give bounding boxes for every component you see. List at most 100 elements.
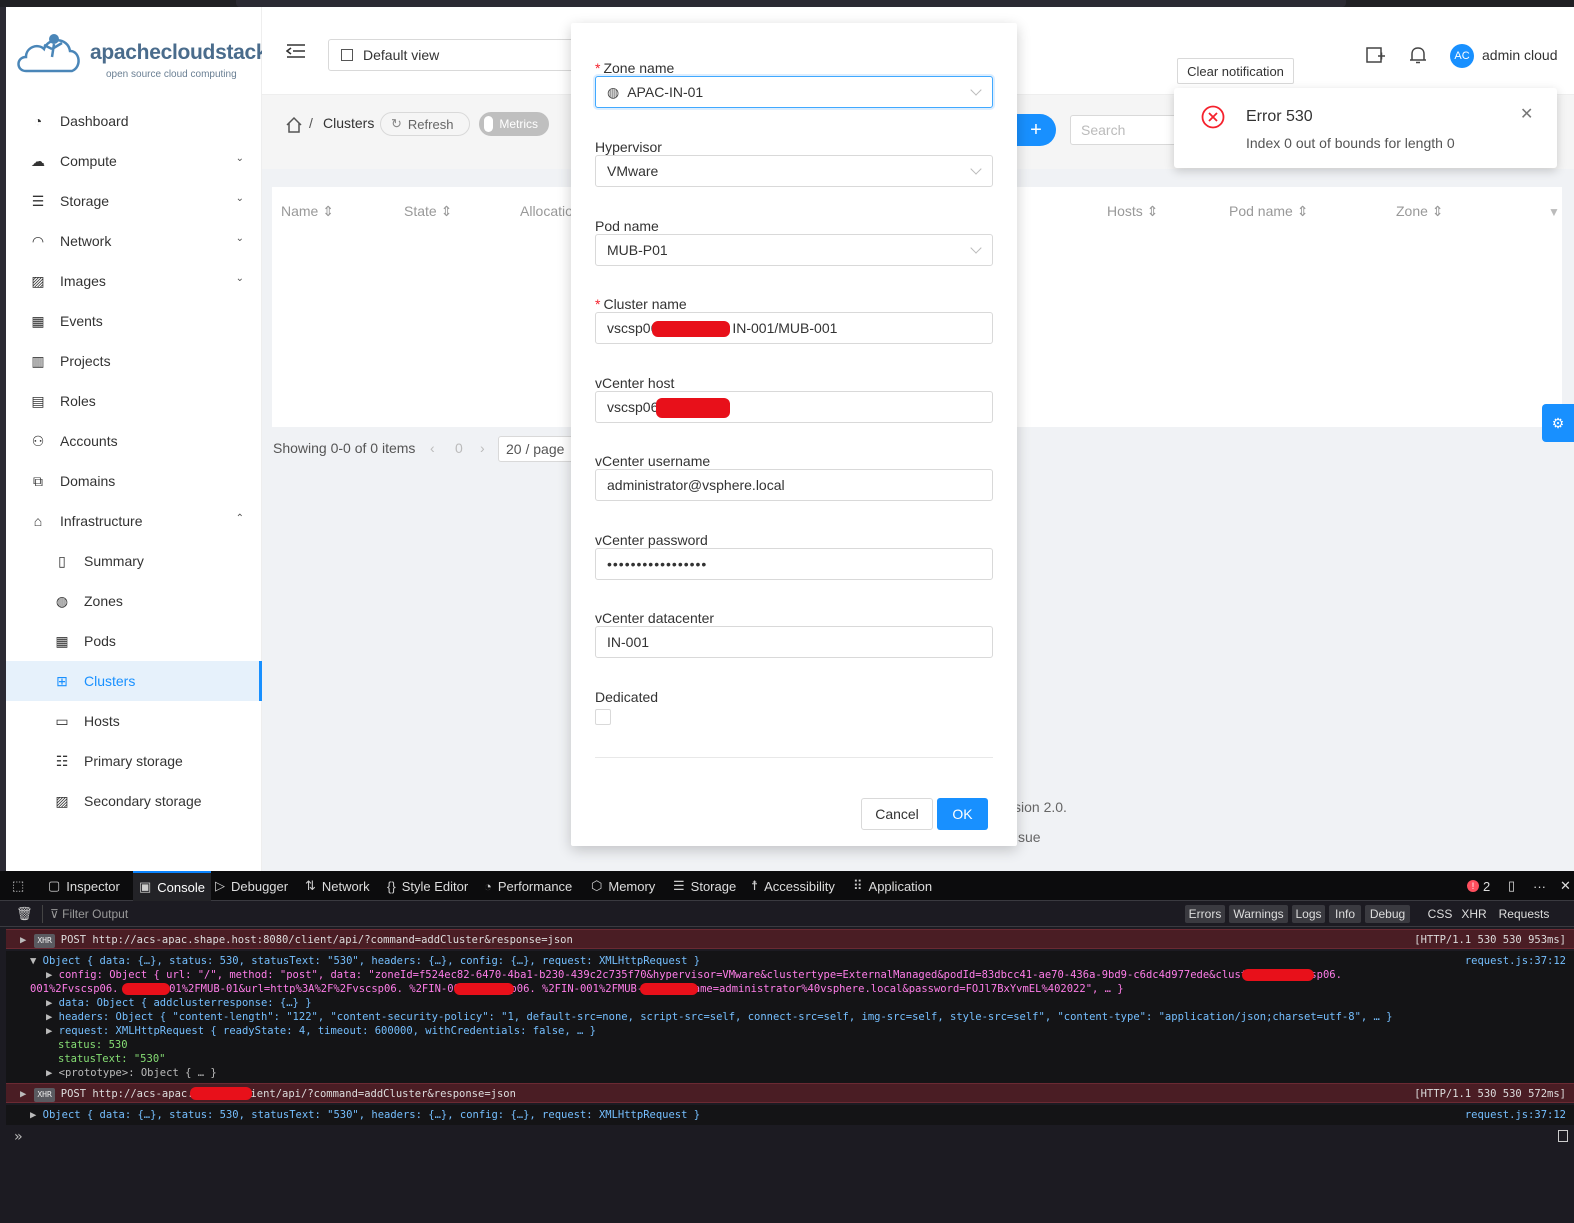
sidebar-item-label: Infrastructure [60, 513, 143, 529]
user-name[interactable]: admin cloud [1482, 47, 1558, 63]
col-zone[interactable]: Zone ⇕ [1396, 203, 1444, 220]
sidebar-item-hosts[interactable]: ▭ Hosts [6, 701, 262, 741]
home-icon[interactable] [285, 116, 303, 134]
prev-page-icon[interactable]: ‹ [430, 440, 435, 456]
editor-toggle-icon[interactable] [1558, 1130, 1568, 1142]
bell-icon[interactable] [1409, 45, 1427, 65]
log-entry-request-2[interactable]: ▶ XHR POST http://acs-apac. :8080/client/a… [6, 1083, 1574, 1103]
filter-info[interactable]: Info [1329, 905, 1361, 923]
accessibility-icon: ☨ [751, 878, 759, 893]
close-icon[interactable]: ✕ [1520, 104, 1533, 124]
cluster-name-input[interactable]: vscsp06 IN-001/MUB-001 [595, 312, 993, 344]
filter-css[interactable]: CSS [1426, 905, 1454, 923]
tab-inspector[interactable]: ▢ Inspector [48, 871, 120, 901]
page-number[interactable]: 0 [455, 440, 463, 456]
view-selector[interactable]: Default view [328, 39, 578, 71]
element-picker-icon[interactable]: ⬚ [12, 871, 30, 901]
url-bar[interactable] [236, 0, 1346, 7]
source-link[interactable]: request.js:37:12 [1465, 954, 1566, 968]
chevron-up-icon: ⌃ [235, 513, 244, 524]
vcenter-username-input[interactable]: administrator@vsphere.local [595, 469, 993, 501]
col-hosts[interactable]: Hosts ⇕ [1107, 203, 1158, 220]
sidebar-item-zones[interactable]: ◍ Zones [6, 581, 262, 621]
hypervisor-label: Hypervisor [595, 139, 662, 155]
sidebar-item-dashboard[interactable]: ◔ Dashboard [6, 101, 262, 141]
add-cluster-button[interactable]: + [1016, 114, 1056, 146]
sidebar-item-domains[interactable]: ⧉ Domains [6, 461, 262, 501]
filter-requests[interactable]: Requests [1494, 905, 1554, 923]
sidebar-item-pods[interactable]: ▦ Pods [6, 621, 262, 661]
config-line: ▶ config: Object { url: "/", method: "po… [46, 969, 1342, 981]
search-input[interactable]: Search [1070, 115, 1180, 145]
sidebar-item-storage[interactable]: ☰ Storage ⌄ [6, 181, 262, 221]
zone-select[interactable]: ◍ APAC-IN-01 [595, 76, 993, 108]
tab-console[interactable]: ▣ Console [133, 871, 211, 901]
sidebar-item-summary[interactable]: ▯ Summary [6, 541, 262, 581]
tab-performance[interactable]: ◔ Performance [484, 871, 572, 901]
cancel-button[interactable]: Cancel [861, 798, 933, 830]
filter-logs[interactable]: Logs [1292, 905, 1325, 923]
metrics-toggle[interactable]: Metrics [479, 112, 549, 136]
sidebar-item-compute[interactable]: ☁ Compute ⌄ [6, 141, 262, 181]
tab-style-editor[interactable]: {} Style Editor [387, 871, 468, 901]
vcenter-password-input[interactable]: ••••••••••••••••• [595, 548, 993, 580]
sidebar-item-label: Pods [84, 633, 116, 649]
filter-debug[interactable]: Debug [1365, 905, 1410, 923]
log-entry-request[interactable]: ▶ XHR POST http://acs-apac.shape.host:8080… [6, 929, 1574, 949]
redaction-mark [122, 983, 170, 995]
dedicated-checkbox[interactable] [595, 709, 611, 725]
sidebar-item-roles[interactable]: ▤ Roles [6, 381, 262, 421]
log-entry-object[interactable]: ▼ Object { data: {…}, status: 530, statu… [6, 951, 1574, 1083]
sidebar-item-primary-storage[interactable]: ☷ Primary storage [6, 741, 262, 781]
refresh-button[interactable]: ↻ Refresh [380, 112, 470, 136]
vcenter-host-input[interactable]: vscsp06 [595, 391, 993, 423]
statustext-line: statusText: "530" [58, 1053, 166, 1065]
project-icon[interactable] [1366, 47, 1386, 65]
picture-icon: ▨ [31, 272, 45, 289]
console-prompt-icon[interactable]: » [14, 1129, 22, 1145]
source-link[interactable]: request.js:37:12 [1465, 1108, 1566, 1122]
sidebar-item-images[interactable]: ▨ Images ⌄ [6, 261, 262, 301]
filter-output-input[interactable]: ⊽ Filter Output [50, 907, 128, 921]
appstore-icon: ▦ [55, 632, 69, 649]
close-devtools-icon[interactable]: ✕ [1560, 871, 1571, 901]
tab-debugger[interactable]: ▷ Debugger [215, 871, 288, 901]
sidebar-item-network[interactable]: ◠ Network ⌄ [6, 221, 262, 261]
sidebar-item-secondary-storage[interactable]: ▨ Secondary storage [6, 781, 262, 821]
chevron-down-icon: ⌄ [235, 233, 244, 244]
sidebar-item-projects[interactable]: ▥ Projects [6, 341, 262, 381]
filter-errors[interactable]: Errors [1185, 905, 1225, 923]
sidebar-item-infrastructure[interactable]: ⌂ Infrastructure ⌃ [6, 501, 262, 541]
dock-icon[interactable]: ▯ [1508, 871, 1515, 901]
tab-accessibility[interactable]: ☨ Accessibility [751, 871, 835, 901]
ok-button[interactable]: OK [937, 798, 988, 830]
avatar[interactable]: AC [1450, 44, 1474, 68]
sidebar-item-events[interactable]: ▦ Events [6, 301, 262, 341]
hypervisor-select[interactable]: VMware [595, 155, 993, 187]
tab-application[interactable]: ⠿ Application [853, 871, 932, 901]
clear-notification-button[interactable]: Clear notification [1177, 58, 1294, 84]
error-count-badge[interactable]: ! 2 [1467, 871, 1490, 901]
vcenter-datacenter-input[interactable]: IN-001 [595, 626, 993, 658]
log-entry-object-2[interactable]: ▶ Object { data: {…}, status: 530, statu… [6, 1105, 1574, 1125]
tab-network[interactable]: ⇅ Network [305, 871, 370, 901]
trash-icon[interactable]: 🗑 [16, 906, 33, 922]
more-options-icon[interactable]: ··· [1533, 871, 1546, 901]
tab-storage[interactable]: ☰ Storage [673, 871, 736, 901]
settings-gear-icon[interactable]: ⚙ [1542, 404, 1574, 442]
page-size-select[interactable]: 20 / page [498, 436, 578, 462]
footer-issue[interactable]: sue [1018, 829, 1041, 845]
sidebar-item-clusters[interactable]: ⊞ Clusters [6, 661, 262, 701]
sidebar-item-accounts[interactable]: ⚇ Accounts [6, 421, 262, 461]
next-page-icon[interactable]: › [480, 440, 485, 456]
col-pod-name[interactable]: Pod name ⇕ [1229, 203, 1308, 220]
filter-xhr[interactable]: XHR [1460, 905, 1488, 923]
application-icon: ⠿ [853, 878, 863, 893]
col-state[interactable]: State ⇕ [404, 203, 452, 220]
tab-memory[interactable]: ⬡ Memory [591, 871, 655, 901]
filter-warnings[interactable]: Warnings [1229, 905, 1288, 923]
filter-icon[interactable]: ▼ [1548, 205, 1560, 219]
menu-fold-icon[interactable] [285, 43, 306, 59]
pod-select[interactable]: MUB-P01 [595, 234, 993, 266]
col-name[interactable]: Name ⇕ [281, 203, 334, 220]
